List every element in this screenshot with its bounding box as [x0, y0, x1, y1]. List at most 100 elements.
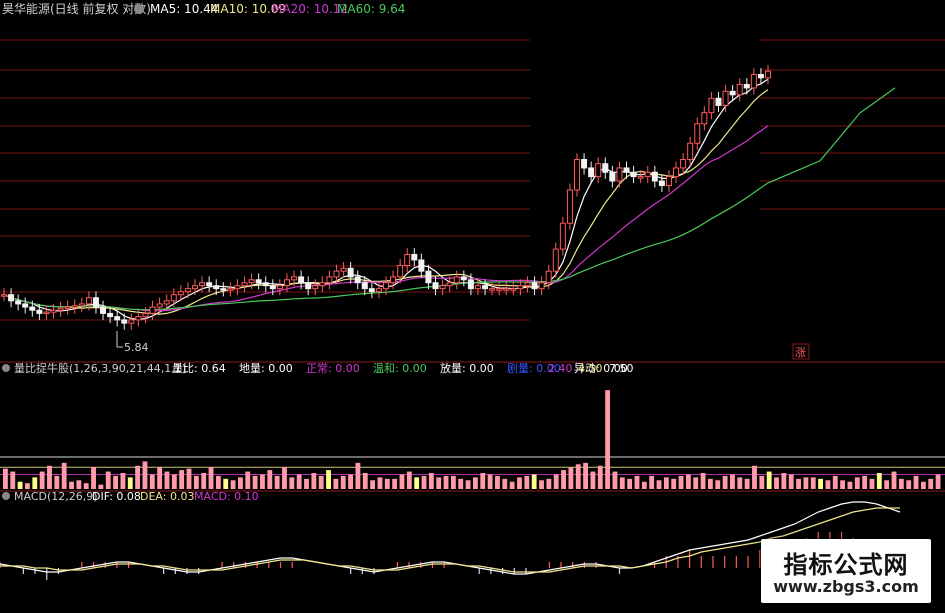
candle-body	[375, 288, 382, 293]
candle-body	[312, 285, 319, 290]
candle-body	[262, 282, 269, 287]
vol-bar	[399, 474, 405, 489]
vol-bar	[575, 464, 581, 489]
macd-name: MACD(12,26,9)	[14, 490, 98, 503]
candle-body	[57, 307, 64, 311]
vol-bar	[502, 478, 508, 489]
candle-body	[85, 297, 92, 305]
vol-bar	[509, 481, 515, 489]
mid-panel-header: 量比捉牛股(1,26,3,90,21,44,1,1) 量比: 0.64 地量: 0…	[2, 361, 634, 375]
gear-icon-mid[interactable]	[2, 364, 10, 372]
vol-bar	[832, 475, 838, 489]
candle-body	[574, 159, 580, 191]
vol-bar	[685, 474, 691, 489]
vol-bar	[766, 471, 772, 489]
candle-body	[538, 282, 545, 290]
candle-body	[283, 279, 290, 287]
candle-body	[206, 282, 213, 287]
candle-body	[694, 123, 701, 144]
top-panel-header: 昊华能源(日线 前复权 对数) MA5: 10.44 MA10: 10.09 M…	[2, 1, 405, 16]
vol-bar	[392, 478, 398, 489]
ma5-label: MA5: 10.44	[150, 2, 218, 16]
vol-bar	[142, 461, 148, 489]
candle-body	[368, 288, 375, 293]
vol-bar	[744, 478, 750, 489]
candle-body	[36, 309, 43, 314]
vol-bar	[876, 473, 882, 489]
vol-bar	[370, 480, 376, 489]
candle-body	[241, 282, 248, 287]
candle-body	[595, 163, 602, 178]
vol-bar	[450, 475, 456, 489]
candle-body	[184, 288, 191, 293]
vol-bar	[267, 470, 273, 489]
vol-bar	[847, 481, 853, 489]
vol-bar	[252, 475, 258, 489]
candle-body	[390, 276, 397, 284]
vol-bar	[91, 467, 96, 489]
vol-bar	[436, 477, 442, 489]
candle-body	[1, 294, 7, 297]
candle-body	[623, 167, 630, 173]
vol-bar	[524, 475, 530, 489]
vol-bar	[304, 478, 309, 489]
vol-bar	[487, 474, 493, 489]
candle-body	[149, 306, 156, 314]
vol-bar	[83, 483, 89, 489]
chart-svg: 昊华能源(日线 前复权 对数) MA5: 10.44 MA10: 10.09 M…	[0, 1, 945, 580]
vol-bar	[113, 475, 118, 489]
vol-bar	[274, 475, 280, 489]
ma60-label: MA60: 9.64	[337, 2, 405, 16]
vol-bar	[480, 473, 486, 489]
candle-body	[361, 282, 368, 290]
candle-body	[743, 84, 750, 89]
vol-bar	[54, 475, 60, 489]
candle-body	[383, 282, 389, 290]
vol-bar	[98, 484, 104, 489]
vol-bar	[17, 481, 23, 489]
vol-bar	[539, 480, 544, 489]
vol-bar	[884, 480, 890, 489]
candle-body	[418, 259, 425, 272]
vol-bar	[384, 478, 390, 489]
vol-bar	[105, 471, 111, 489]
candle-body	[581, 159, 588, 169]
vol-bar	[340, 475, 346, 489]
vol-bar	[634, 475, 640, 489]
vol-bar	[157, 467, 163, 489]
candle-body	[665, 176, 672, 186]
vol-bar	[730, 474, 735, 489]
vol-bar	[788, 474, 794, 489]
gear-icon[interactable]	[134, 4, 144, 14]
vol-bar	[282, 467, 287, 489]
candle-body	[347, 267, 354, 278]
candle-body	[531, 282, 538, 290]
vol-bar	[289, 477, 295, 489]
candle-body	[708, 97, 715, 114]
vol-bar	[149, 474, 155, 489]
vol-bar	[76, 480, 82, 489]
mid-indicator-name: 量比捉牛股(1,26,3,90,21,44,1,1)	[14, 361, 186, 375]
candle-body	[340, 267, 347, 272]
vol-bar	[597, 465, 603, 489]
candle-body	[319, 282, 326, 287]
vol-bar	[3, 468, 8, 489]
candle-body	[446, 282, 453, 287]
corner-tag-label: 涨	[795, 346, 806, 359]
candle-body	[397, 265, 404, 278]
candle-body	[722, 90, 729, 106]
vol-bar	[913, 475, 919, 489]
candle-body	[559, 222, 566, 250]
gear-icon-macd[interactable]	[2, 492, 10, 500]
candle-body	[114, 316, 121, 321]
candle-body	[552, 248, 559, 272]
vol-bar	[120, 473, 126, 489]
candle-body	[545, 270, 552, 284]
vol-bar	[135, 465, 141, 489]
vol-bar	[318, 475, 324, 489]
vol-bar	[752, 465, 757, 489]
candle-body	[248, 279, 255, 284]
vol-bar	[377, 477, 383, 489]
stock-title: 昊华能源(日线 前复权 对数)	[2, 1, 151, 16]
vol-bar	[326, 470, 331, 489]
